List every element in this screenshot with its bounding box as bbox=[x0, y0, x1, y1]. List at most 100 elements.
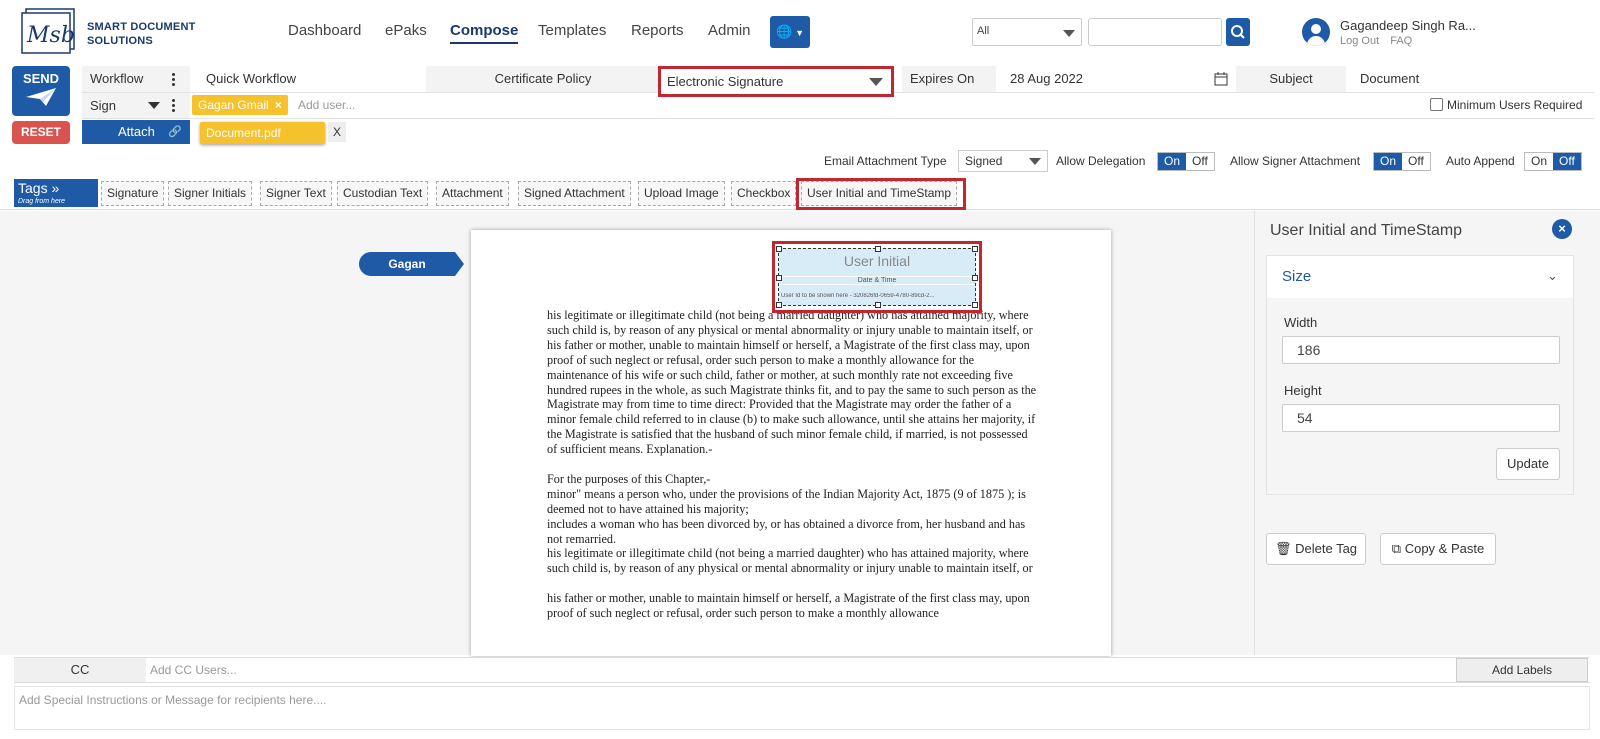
remove-attachment-button[interactable]: X bbox=[328, 122, 346, 142]
width-input[interactable]: 186 bbox=[1282, 336, 1560, 364]
allow-signer-attachment-label: Allow Signer Attachment bbox=[1230, 154, 1361, 168]
close-icon: × bbox=[1558, 221, 1566, 236]
remove-signer-icon[interactable]: × bbox=[275, 98, 282, 112]
tag-highlight bbox=[796, 178, 966, 210]
subject-value[interactable]: Document bbox=[1352, 66, 1419, 92]
add-labels-button[interactable]: Add Labels bbox=[1456, 658, 1588, 682]
workflow-menu-icon[interactable] bbox=[172, 73, 176, 88]
cc-label: CC bbox=[14, 658, 146, 682]
reset-button[interactable]: RESET bbox=[12, 121, 70, 144]
user-avatar-icon[interactable] bbox=[1302, 18, 1330, 46]
attachment-chip[interactable]: Document.pdf bbox=[200, 122, 325, 144]
resize-handle[interactable] bbox=[875, 246, 881, 252]
double-chevron-right-icon: » bbox=[47, 180, 60, 196]
sign-menu-icon[interactable] bbox=[172, 99, 176, 114]
app-root: Msb SMART DOCUMENT SOLUTIONS Dashboard e… bbox=[0, 0, 1600, 739]
dropdown-caret-icon bbox=[869, 78, 883, 86]
message-textarea[interactable]: Add Special Instructions or Message for … bbox=[14, 686, 1590, 730]
user-links: Log Out FAQ bbox=[1340, 35, 1420, 47]
document-paragraph bbox=[547, 457, 1037, 472]
expires-value[interactable]: 28 Aug 2022 bbox=[1002, 66, 1083, 92]
placed-user-initial-tag[interactable]: User Initial Date & Time User Id to be s… bbox=[776, 246, 978, 308]
allow-signer-attachment-toggle[interactable]: On Off bbox=[1373, 152, 1431, 171]
document-paragraph: For the purposes of this Chapter,- bbox=[547, 471, 711, 486]
checkbox-icon[interactable] bbox=[1430, 98, 1443, 111]
height-input[interactable]: 54 bbox=[1282, 404, 1560, 432]
auto-append-label: Auto Append bbox=[1446, 154, 1515, 168]
send-button[interactable]: SEND bbox=[12, 66, 70, 116]
toggle-off[interactable]: Off bbox=[1186, 153, 1214, 170]
resize-handle[interactable] bbox=[972, 275, 978, 281]
search-button[interactable] bbox=[1226, 18, 1250, 46]
resize-handle[interactable] bbox=[972, 246, 978, 252]
header: Msb SMART DOCUMENT SOLUTIONS Dashboard e… bbox=[0, 0, 1600, 64]
close-panel-button[interactable]: × bbox=[1552, 219, 1572, 239]
resize-handle[interactable] bbox=[776, 302, 782, 308]
tags-label: Tags » Drag from here bbox=[14, 179, 98, 207]
msb-logo: Msb bbox=[21, 8, 75, 54]
copy-paste-button[interactable]: ⧉ Copy & Paste bbox=[1380, 533, 1496, 565]
logout-link[interactable]: Log Out bbox=[1340, 35, 1379, 47]
document-paragraph: his father or mother, unable to maintain… bbox=[547, 337, 1037, 457]
trash-icon: 🗑 bbox=[1274, 541, 1292, 556]
cc-input[interactable]: Add CC Users... bbox=[150, 658, 237, 682]
workflow-value[interactable]: Quick Workflow bbox=[198, 66, 296, 92]
size-section-header[interactable] bbox=[1267, 256, 1573, 298]
tag-signer-text[interactable]: Signer Text bbox=[260, 181, 332, 206]
nav-reports[interactable]: Reports bbox=[631, 22, 684, 39]
tag-signed-attachment[interactable]: Signed Attachment bbox=[518, 181, 631, 206]
toggle-on[interactable]: On bbox=[1374, 153, 1403, 170]
delete-tag-button[interactable]: 🗑 Delete Tag bbox=[1266, 533, 1366, 565]
document-paragraph: includes a woman who has been divorced b… bbox=[547, 516, 1026, 546]
svg-text:Msb: Msb bbox=[26, 23, 75, 48]
resize-handle[interactable] bbox=[776, 275, 782, 281]
signer-chip[interactable]: Gagan Gmail × bbox=[192, 95, 288, 115]
tag-attachment[interactable]: Attachment bbox=[436, 181, 509, 206]
document-text: his legitimate or illegitimate child (no… bbox=[547, 308, 1037, 621]
email-attachment-type-label: Email Attachment Type bbox=[824, 154, 947, 168]
toggle-on[interactable]: On bbox=[1158, 153, 1187, 170]
update-button[interactable]: Update bbox=[1496, 448, 1560, 480]
nav-templates[interactable]: Templates bbox=[538, 22, 606, 39]
allow-delegation-toggle[interactable]: On Off bbox=[1157, 152, 1215, 171]
user-name[interactable]: Gagandeep Singh Ra... bbox=[1340, 18, 1476, 33]
nav-epaks[interactable]: ePaks bbox=[385, 22, 427, 39]
toggle-on[interactable]: On bbox=[1525, 153, 1553, 170]
document-paragraph: minor" means a person who, under the pro… bbox=[547, 486, 1026, 516]
tag-signature[interactable]: Signature bbox=[101, 181, 165, 206]
dropdown-caret-icon bbox=[1029, 158, 1041, 165]
resize-handle[interactable] bbox=[776, 246, 782, 252]
tag-checkbox[interactable]: Checkbox bbox=[731, 181, 797, 206]
calendar-icon[interactable] bbox=[1214, 72, 1228, 86]
tag-custodian-text[interactable]: Custodian Text bbox=[337, 181, 429, 206]
nav-dashboard[interactable]: Dashboard bbox=[288, 22, 361, 39]
signer-tag[interactable]: Gagan bbox=[359, 252, 464, 276]
minimum-users-checkbox[interactable]: Minimum Users Required bbox=[1422, 93, 1582, 118]
nav-admin[interactable]: Admin bbox=[708, 22, 751, 39]
resize-handle[interactable] bbox=[972, 302, 978, 308]
attach-button[interactable]: Attach 🔗 bbox=[82, 120, 190, 144]
width-label: Width bbox=[1284, 315, 1318, 330]
language-button[interactable]: 🌐 ▼ bbox=[770, 16, 810, 48]
email-attachment-type-select[interactable]: Signed bbox=[958, 150, 1048, 172]
add-user-input[interactable]: Add user... bbox=[290, 93, 355, 118]
tag-signer-initials[interactable]: Signer Initials bbox=[168, 181, 253, 206]
nav-compose[interactable]: Compose bbox=[450, 22, 519, 44]
toggle-off[interactable]: Off bbox=[1553, 153, 1581, 170]
resize-handle[interactable] bbox=[875, 302, 881, 308]
auto-append-toggle[interactable]: On Off bbox=[1524, 152, 1582, 171]
sign-caret-icon[interactable] bbox=[148, 102, 160, 109]
faq-link[interactable]: FAQ bbox=[1390, 35, 1412, 47]
chevron-down-icon[interactable]: ⌄ bbox=[1547, 268, 1558, 284]
tag-upload-image[interactable]: Upload Image bbox=[638, 181, 725, 206]
document-paragraph bbox=[547, 576, 1037, 591]
size-section-title[interactable]: Size bbox=[1282, 268, 1311, 285]
expires-label: Expires On bbox=[902, 66, 996, 92]
document-paragraph: his father or mother, unable to maintain… bbox=[547, 591, 1030, 621]
search-scope-select[interactable]: All bbox=[972, 18, 1082, 46]
toggle-off[interactable]: Off bbox=[1402, 153, 1430, 170]
allow-delegation-label: Allow Delegation bbox=[1056, 154, 1146, 168]
dropdown-caret-icon bbox=[1063, 30, 1075, 37]
paper-plane-icon bbox=[26, 88, 56, 106]
search-input[interactable] bbox=[1088, 18, 1222, 46]
